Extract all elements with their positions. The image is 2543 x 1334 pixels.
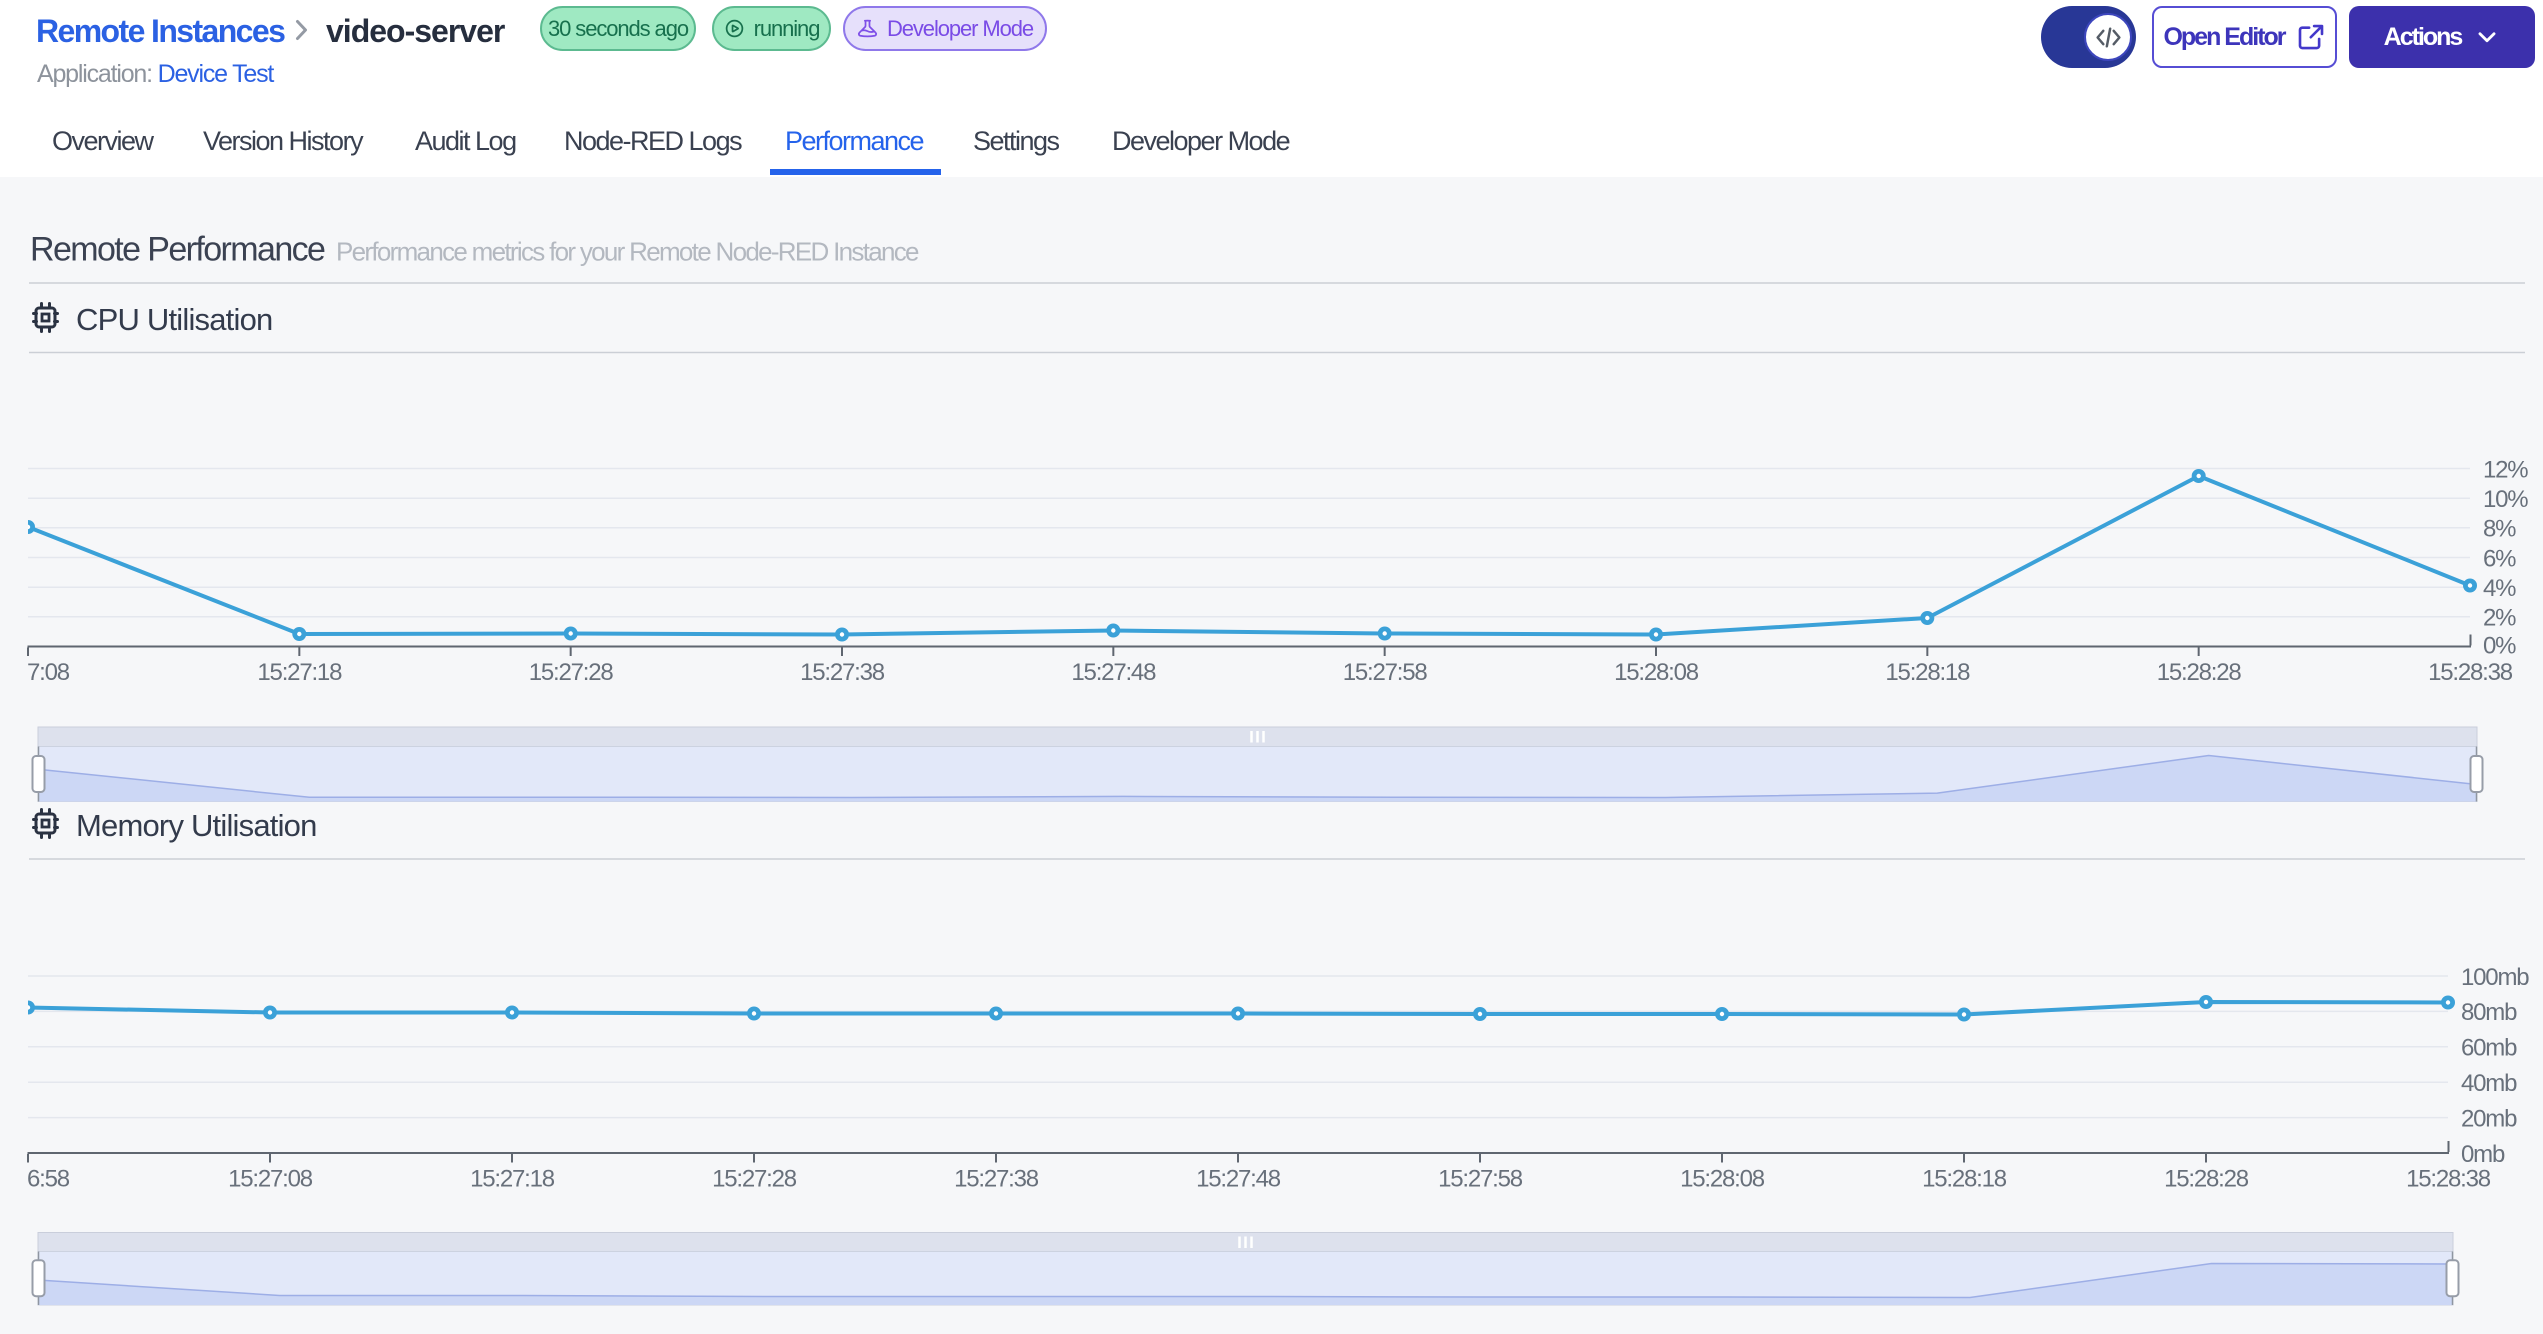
svg-text:15:28:28: 15:28:28: [2157, 659, 2242, 686]
svg-text:15:28:18: 15:28:18: [1885, 659, 1970, 686]
svg-text:Remote Performance: Remote Performance: [30, 231, 325, 269]
svg-text:6%: 6%: [2483, 545, 2516, 572]
svg-text:15:28:08: 15:28:08: [1614, 659, 1699, 686]
svg-text:0%: 0%: [2483, 632, 2516, 659]
svg-text:15:27:08: 15:27:08: [228, 1166, 313, 1193]
svg-text:12%: 12%: [2483, 456, 2528, 483]
svg-text:80mb: 80mb: [2461, 999, 2517, 1026]
svg-text:15:28:18: 15:28:18: [1922, 1166, 2007, 1193]
svg-text:CPU Utilisation: CPU Utilisation: [76, 302, 272, 337]
svg-text:15:27:38: 15:27:38: [954, 1166, 1039, 1193]
svg-text:15:27:48: 15:27:48: [1071, 659, 1156, 686]
svg-text:Performance metrics for your R: Performance metrics for your Remote Node…: [336, 237, 919, 267]
svg-text:4%: 4%: [2483, 575, 2516, 602]
svg-text:10%: 10%: [2483, 486, 2528, 513]
svg-text:100mb: 100mb: [2461, 964, 2529, 991]
svg-text:2%: 2%: [2483, 605, 2516, 632]
svg-text:15:27:28: 15:27:28: [712, 1166, 797, 1193]
svg-text:15:27:38: 15:27:38: [800, 659, 885, 686]
svg-text:8%: 8%: [2483, 516, 2516, 543]
svg-text:6:58: 6:58: [27, 1166, 70, 1193]
svg-text:15:27:58: 15:27:58: [1343, 659, 1428, 686]
svg-text:Memory Utilisation: Memory Utilisation: [76, 808, 317, 843]
svg-text:15:28:38: 15:28:38: [2406, 1166, 2491, 1193]
svg-text:7:08: 7:08: [27, 659, 70, 686]
svg-text:15:27:48: 15:27:48: [1196, 1166, 1281, 1193]
svg-text:15:27:18: 15:27:18: [470, 1166, 555, 1193]
svg-text:15:28:08: 15:28:08: [1680, 1166, 1765, 1193]
svg-text:15:28:28: 15:28:28: [2164, 1166, 2249, 1193]
svg-text:15:28:38: 15:28:38: [2428, 659, 2513, 686]
svg-text:15:27:18: 15:27:18: [257, 659, 342, 686]
svg-text:0mb: 0mb: [2461, 1141, 2505, 1168]
svg-text:40mb: 40mb: [2461, 1070, 2517, 1097]
svg-text:15:27:28: 15:27:28: [529, 659, 614, 686]
svg-text:15:27:58: 15:27:58: [1438, 1166, 1523, 1193]
svg-text:60mb: 60mb: [2461, 1035, 2517, 1062]
svg-text:20mb: 20mb: [2461, 1105, 2517, 1132]
